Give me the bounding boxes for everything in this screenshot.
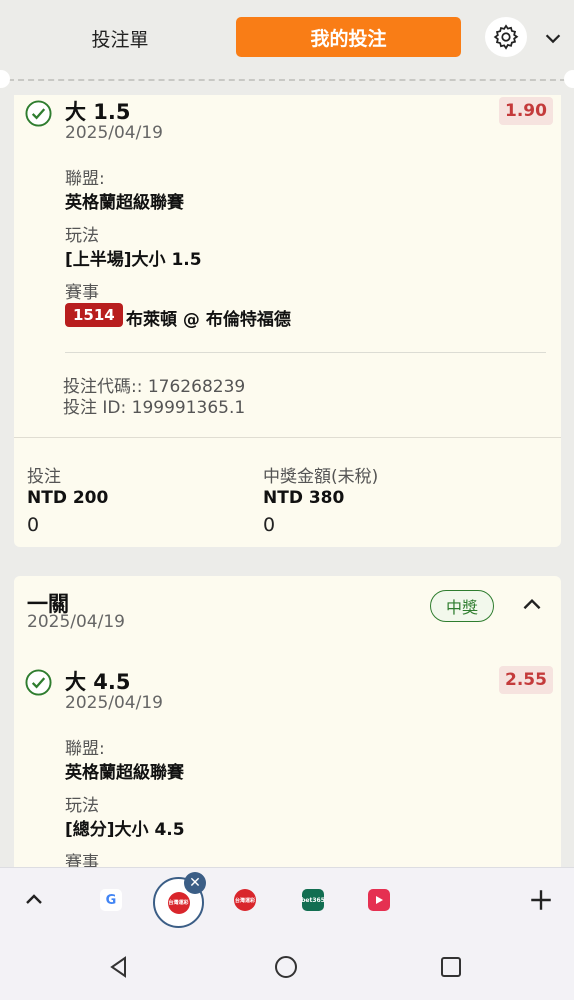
home-icon[interactable] [274,955,298,979]
market-value: [總分]大小 4.5 [65,820,185,840]
bet-card: 大 1.5 2025/04/19 1.90 聯盟: 英格蘭超級聯賽 玩法 [上半… [14,95,561,547]
top-bar: 投注單 我的投注 [0,0,574,88]
selection-name: 大 4.5 [65,670,131,694]
collapse-button[interactable] [540,25,566,51]
market-label: 玩法 [65,226,99,246]
play-triangle-icon [376,896,383,904]
browser-tab-bar: G 台灣運彩 ✕ 台灣運彩 bet365 [0,867,574,934]
sports-lottery-icon: 台灣運彩 [167,891,190,914]
ticket-notch-right [564,70,574,88]
settings-button[interactable] [485,17,527,57]
gear-icon [493,24,519,50]
bet365-icon[interactable]: bet365 [301,889,325,911]
ticket-notch-left [0,70,10,88]
tab-my-bets[interactable]: 我的投注 [236,17,461,57]
bets-list[interactable]: 大 1.5 2025/04/19 1.90 聯盟: 英格蘭超級聯賽 玩法 [上半… [0,95,574,867]
back-icon[interactable] [107,955,131,979]
chevron-up-icon[interactable] [519,592,545,618]
check-circle-icon [25,669,52,696]
perforation-divider [8,79,566,81]
payout-label: 中獎金額(未稅) [263,467,379,487]
league-value: 英格蘭超級聯賽 [65,193,184,213]
selection-name: 大 1.5 [65,100,131,124]
market-value: [上半場]大小 1.5 [65,250,202,270]
stake-sub-value: 0 [27,514,40,536]
bet-date: 2025/04/19 [27,612,125,632]
status-badge: 中獎 [430,590,495,622]
chevron-down-icon [545,34,561,44]
sports-lottery-icon[interactable]: 台灣運彩 [234,889,256,911]
chevron-up-icon[interactable] [22,888,46,912]
section-divider [14,437,561,438]
recents-icon[interactable] [439,955,463,979]
check-circle-icon [25,100,52,127]
market-label: 玩法 [65,796,99,816]
odds-badge: 1.90 [499,97,553,125]
match-id-badge: 1514 [65,303,123,327]
plus-icon[interactable] [528,887,554,913]
league-label: 聯盟: [65,169,105,189]
payout-sub-value: 0 [263,514,276,536]
payout-amount: NTD 380 [263,488,345,508]
selection-date: 2025/04/19 [65,693,163,713]
close-tab-icon[interactable]: ✕ [184,872,206,894]
event-label: 賽事 [65,853,99,867]
system-nav-bar [0,933,574,1000]
event-label: 賽事 [65,283,99,303]
league-value: 英格蘭超級聯賽 [65,763,184,783]
tab-bet-slip[interactable]: 投注單 [40,18,200,58]
stake-label: 投注 [27,467,61,487]
odds-badge: 2.55 [499,666,553,694]
league-label: 聯盟: [65,739,105,759]
bet-card: 一關 2025/04/19 中獎 大 4.5 2025/04/19 2.55 聯… [14,576,561,867]
play-icon[interactable] [368,889,390,911]
match-name: 布萊頓 @ 布倫特福德 [126,310,291,330]
selection-date: 2025/04/19 [65,123,163,143]
divider [65,352,546,353]
google-icon[interactable]: G [100,889,122,911]
stake-amount: NTD 200 [27,488,109,508]
bet-id: 投注 ID: 199991365.1 [63,398,246,418]
